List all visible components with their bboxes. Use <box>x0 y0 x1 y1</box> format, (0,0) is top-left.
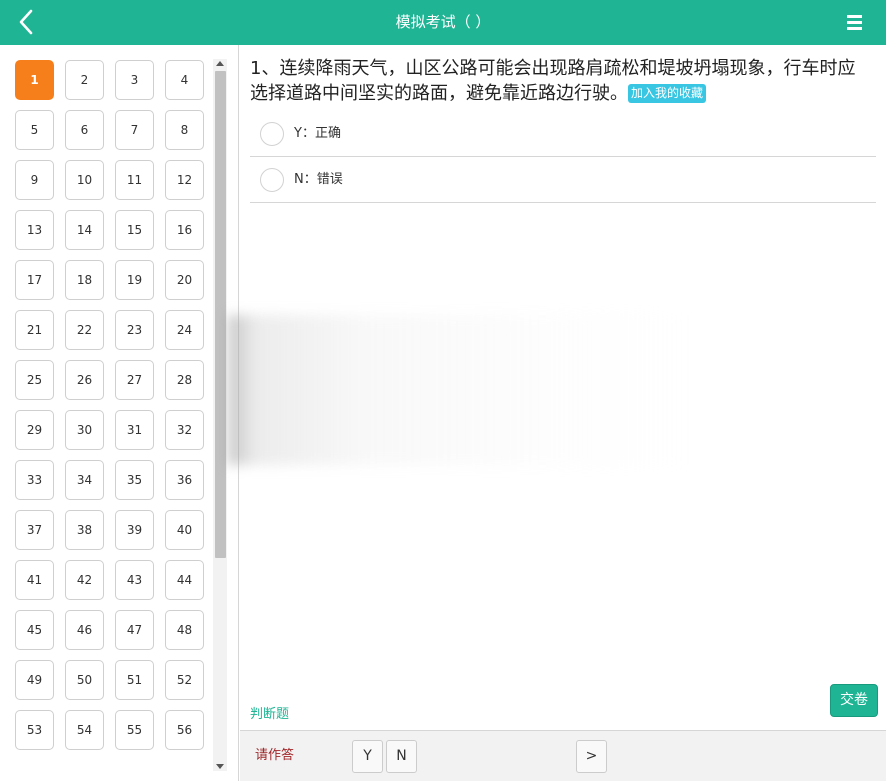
question-number-button[interactable]: 32 <box>165 410 204 450</box>
question-number-button[interactable]: 25 <box>15 360 54 400</box>
question-number-button[interactable]: 37 <box>15 510 54 550</box>
question-number-button[interactable]: 55 <box>115 710 154 750</box>
hamburger-menu-icon <box>846 15 866 30</box>
question-text: 1、连续降雨天气，山区公路可能会出现路肩疏松和堤坡坍塌现象，行车时应选择道路中间… <box>250 56 860 106</box>
question-number-button[interactable]: 21 <box>15 310 54 350</box>
question-number-button[interactable]: 19 <box>115 260 154 300</box>
question-number-button[interactable]: 2 <box>65 60 104 100</box>
question-number-button[interactable]: 44 <box>165 560 204 600</box>
radio-circle-icon[interactable] <box>260 168 284 192</box>
question-number-button[interactable]: 53 <box>15 710 54 750</box>
question-number-button[interactable]: 15 <box>115 210 154 250</box>
question-number-button[interactable]: 22 <box>65 310 104 350</box>
question-panel: 1、连续降雨天气，山区公路可能会出现路肩疏松和堤坡坍塌现象，行车时应选择道路中间… <box>228 45 886 781</box>
question-number-button[interactable]: 4 <box>165 60 204 100</box>
question-number-button[interactable]: 10 <box>65 160 104 200</box>
next-question-button[interactable]: > <box>576 740 607 773</box>
question-number-button[interactable]: 27 <box>115 360 154 400</box>
question-number-button[interactable]: 1 <box>15 60 54 100</box>
question-number-button[interactable]: 12 <box>165 160 204 200</box>
question-number-button[interactable]: 46 <box>65 610 104 650</box>
question-stem: 1、连续降雨天气，山区公路可能会出现路肩疏松和堤坡坍塌现象，行车时应选择道路中间… <box>250 58 856 104</box>
question-number-button[interactable]: 14 <box>65 210 104 250</box>
question-number-button[interactable]: 17 <box>15 260 54 300</box>
question-number-button[interactable]: 29 <box>15 410 54 450</box>
question-number-button[interactable]: 8 <box>165 110 204 150</box>
question-number-button[interactable]: 51 <box>115 660 154 700</box>
question-number-button[interactable]: 36 <box>165 460 204 500</box>
submit-exam-button[interactable]: 交卷 <box>830 684 878 717</box>
question-number-button[interactable]: 6 <box>65 110 104 150</box>
answer-bar: 请作答 Y N > <box>240 730 886 781</box>
question-number-button[interactable]: 41 <box>15 560 54 600</box>
question-number-button[interactable]: 40 <box>165 510 204 550</box>
question-number-button[interactable]: 28 <box>165 360 204 400</box>
option-no-label: N：错误 <box>294 172 343 187</box>
scrollbar[interactable] <box>213 59 227 771</box>
question-number-button[interactable]: 43 <box>115 560 154 600</box>
option-yes[interactable]: Y：正确 <box>250 112 876 157</box>
radio-circle-icon[interactable] <box>260 122 284 146</box>
question-number-button[interactable]: 9 <box>15 160 54 200</box>
question-number-button[interactable]: 54 <box>65 710 104 750</box>
question-number-button[interactable]: 35 <box>115 460 154 500</box>
question-number-button[interactable]: 39 <box>115 510 154 550</box>
question-number-button[interactable]: 24 <box>165 310 204 350</box>
question-number-button[interactable]: 33 <box>15 460 54 500</box>
add-to-favorites-button[interactable]: 加入我的收藏 <box>628 84 707 103</box>
question-number-panel: 1 2 3 4 5 6 7 8 9 10 11 12 13 14 15 16 17 18 19 20 21 22 23 24 2… <box>0 45 239 781</box>
question-number-button[interactable]: 38 <box>65 510 104 550</box>
menu-button[interactable] <box>846 15 866 37</box>
top-bar: 模拟考试（ ） <box>0 0 886 45</box>
option-no[interactable]: N：错误 <box>250 158 876 203</box>
question-type-label: 判断题 <box>250 707 290 722</box>
question-number-button[interactable]: 49 <box>15 660 54 700</box>
question-number-button[interactable]: 18 <box>65 260 104 300</box>
question-number-button[interactable]: 30 <box>65 410 104 450</box>
question-number-button[interactable]: 52 <box>165 660 204 700</box>
question-number-button[interactable]: 47 <box>115 610 154 650</box>
question-number-button[interactable]: 48 <box>165 610 204 650</box>
question-number-button[interactable]: 7 <box>115 110 154 150</box>
question-number-button[interactable]: 20 <box>165 260 204 300</box>
question-number-button[interactable]: 31 <box>115 410 154 450</box>
scroll-up-arrow-icon[interactable] <box>216 61 224 66</box>
question-number-button[interactable]: 5 <box>15 110 54 150</box>
question-number-button[interactable]: 3 <box>115 60 154 100</box>
option-yes-label: Y：正确 <box>294 126 341 141</box>
question-number-button[interactable]: 34 <box>65 460 104 500</box>
scrollbar-thumb[interactable] <box>215 71 226 558</box>
answer-prompt: 请作答 <box>255 748 295 763</box>
scroll-down-arrow-icon[interactable] <box>216 764 224 769</box>
answer-yes-button[interactable]: Y <box>352 740 383 773</box>
page-title: 模拟考试（ ） <box>395 13 491 31</box>
question-number-button[interactable]: 26 <box>65 360 104 400</box>
question-number-button[interactable]: 13 <box>15 210 54 250</box>
question-number-button[interactable]: 16 <box>165 210 204 250</box>
blurred-overlay <box>228 315 688 465</box>
question-number-button[interactable]: 23 <box>115 310 154 350</box>
answer-no-button[interactable]: N <box>386 740 417 773</box>
question-number-button[interactable]: 56 <box>165 710 204 750</box>
question-number-button[interactable]: 11 <box>115 160 154 200</box>
question-number-button[interactable]: 50 <box>65 660 104 700</box>
question-number-button[interactable]: 42 <box>65 560 104 600</box>
question-number-button[interactable]: 45 <box>15 610 54 650</box>
